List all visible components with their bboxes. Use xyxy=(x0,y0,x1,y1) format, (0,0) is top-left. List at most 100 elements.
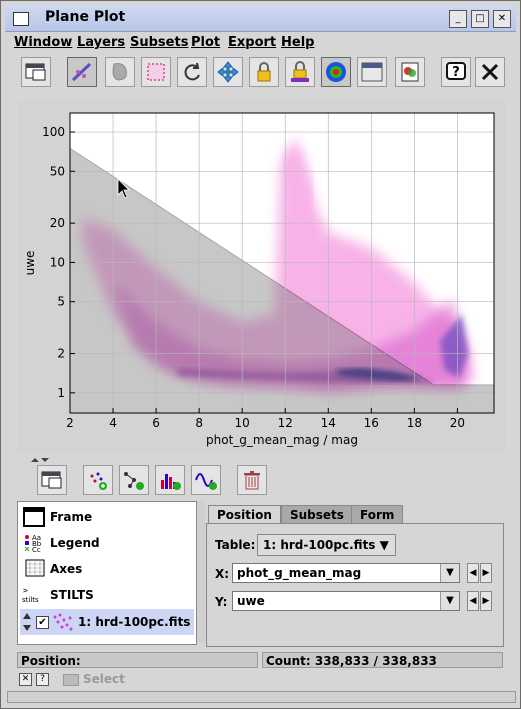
layer-label: Frame xyxy=(50,510,93,524)
chevron-down-icon[interactable]: ▼ xyxy=(440,592,459,610)
y-tick-label: 10 xyxy=(50,255,65,269)
x-value: phot_g_mean_mag xyxy=(237,566,362,580)
density-icon[interactable] xyxy=(321,57,351,87)
y-tick-label: 5 xyxy=(57,295,65,309)
x-tick-label: 4 xyxy=(109,416,117,430)
y-coordinate-field[interactable]: uwe ▼ xyxy=(232,591,460,611)
tab-position[interactable]: Position xyxy=(208,505,281,524)
svg-text:stilts: stilts xyxy=(22,596,39,604)
menu-layers[interactable]: Layers xyxy=(77,35,125,50)
bottom-scrollbar[interactable] xyxy=(7,691,516,703)
y-tick-label: 2 xyxy=(57,347,65,361)
layer-label: STILTS xyxy=(50,588,94,602)
title-bar: Plane Plot _ □ ✕ xyxy=(5,5,516,32)
table-selector[interactable]: 1: hrd-100pc.fits ▼ xyxy=(257,534,396,556)
y-tick-label: 20 xyxy=(50,216,65,230)
layer-toolbar xyxy=(5,461,516,501)
svg-text:>: > xyxy=(23,586,28,595)
lock-axes-icon[interactable] xyxy=(249,57,279,87)
y-tick-label: 100 xyxy=(42,125,65,139)
position-panel: Table: 1: hrd-100pc.fits ▼ X: phot_g_mea… xyxy=(206,523,504,647)
window-menu-icon[interactable] xyxy=(13,12,29,26)
window-icon[interactable] xyxy=(37,465,67,495)
x-tick-label: 14 xyxy=(321,416,336,430)
cancel-icon[interactable]: ✕ xyxy=(19,673,32,686)
help-icon[interactable]: ? xyxy=(441,57,471,87)
position-status: Position: xyxy=(17,652,258,668)
table-label: Table: xyxy=(215,538,256,552)
y-value: uwe xyxy=(237,594,265,608)
y-column-stepper[interactable]: ◀ ▶ xyxy=(467,591,493,611)
window-icon[interactable] xyxy=(21,57,51,87)
menu-export[interactable]: Export xyxy=(228,35,276,50)
add-position-layer-icon[interactable] xyxy=(83,465,113,495)
layer-item-hrd[interactable]: ✔ 1: hrd-100pc.fits xyxy=(20,609,194,635)
delete-layer-icon[interactable] xyxy=(237,465,267,495)
layer-list-scrollbar[interactable] xyxy=(197,501,205,643)
window-title: Plane Plot xyxy=(45,9,126,25)
scatter-layer-icon xyxy=(53,613,73,631)
layer-item-stilts[interactable]: > stilts STILTS xyxy=(20,582,194,608)
x-tick-label: 8 xyxy=(195,416,203,430)
next-icon[interactable]: ▶ xyxy=(480,563,492,583)
previous-icon[interactable]: ◀ xyxy=(467,563,479,583)
blob-subset-icon[interactable] xyxy=(67,57,97,87)
legend-icon: AaBbCc xyxy=(24,534,42,554)
layer-label: Legend xyxy=(50,536,100,550)
stilts-icon: >stilts xyxy=(22,586,39,604)
tab-subsets[interactable]: Subsets xyxy=(281,505,353,524)
export-image-icon[interactable] xyxy=(395,57,425,87)
layer-list: Frame Aa Bb Cc Legend Axes > stilts STILTS … xyxy=(17,501,197,645)
y-axis-label: uwe xyxy=(23,251,37,276)
drag-handle-icon[interactable] xyxy=(22,612,32,632)
add-pair-layer-icon[interactable] xyxy=(119,465,149,495)
layer-visible-checkbox[interactable]: ✔ xyxy=(36,616,49,629)
menu-window[interactable]: Window xyxy=(14,35,72,50)
maximize-icon[interactable]: □ xyxy=(471,10,489,28)
replot-icon[interactable] xyxy=(177,57,207,87)
x-label: X: xyxy=(215,567,230,581)
x-tick-label: 2 xyxy=(66,416,74,430)
lock-aux-icon[interactable] xyxy=(285,57,315,87)
minimize-icon[interactable]: _ xyxy=(449,10,467,28)
blob-region-icon[interactable] xyxy=(105,57,135,87)
layer-label: 1: hrd-100pc.fits xyxy=(78,615,191,629)
menu-bar: Window Layers Subsets Plot Export Help xyxy=(5,33,516,53)
split-divider[interactable] xyxy=(1,453,520,462)
sketch-icon[interactable] xyxy=(357,57,387,87)
close-window-icon[interactable]: ✕ xyxy=(493,10,511,28)
x-tick-label: 18 xyxy=(407,416,422,430)
x-tick-label: 6 xyxy=(152,416,160,430)
y-label: Y: xyxy=(215,595,228,609)
x-tick-label: 12 xyxy=(278,416,293,430)
layer-item-legend[interactable]: Aa Bb Cc Legend xyxy=(20,530,194,556)
close-icon[interactable] xyxy=(475,57,505,87)
x-column-stepper[interactable]: ◀ ▶ xyxy=(467,563,493,583)
previous-icon[interactable]: ◀ xyxy=(467,591,479,611)
zoom-box-icon[interactable] xyxy=(141,57,171,87)
axes-icon xyxy=(25,559,45,577)
scatter-plot[interactable]: 2 4 6 8 10 12 14 16 18 20125102050100phot_g_mean_… xyxy=(18,101,506,453)
y-tick-label: 50 xyxy=(50,164,65,178)
plot-panel[interactable]: 2 4 6 8 10 12 14 16 18 20 1 2 5 10 20 50 100 phot_g_mean_… xyxy=(18,101,506,453)
layer-item-axes[interactable]: Axes xyxy=(20,556,194,582)
navigate-icon[interactable] xyxy=(213,57,243,87)
menu-help[interactable]: Help xyxy=(281,35,314,50)
next-icon[interactable]: ▶ xyxy=(480,591,492,611)
menu-subsets[interactable]: Subsets xyxy=(130,35,188,50)
select-button[interactable]: Select xyxy=(83,672,125,686)
menu-plot[interactable]: Plot xyxy=(191,35,220,50)
tab-form[interactable]: Form xyxy=(351,505,404,524)
x-coordinate-field[interactable]: phot_g_mean_mag ▼ xyxy=(232,563,460,583)
svg-text:Cc: Cc xyxy=(32,546,41,554)
x-tick-label: 10 xyxy=(235,416,250,430)
chevron-down-icon[interactable]: ▼ xyxy=(440,564,459,582)
layer-item-frame[interactable]: Frame xyxy=(20,504,194,530)
add-function-layer-icon[interactable] xyxy=(191,465,221,495)
select-icon xyxy=(63,674,79,686)
help-small-icon[interactable]: ? xyxy=(36,673,49,686)
add-histogram-layer-icon[interactable] xyxy=(155,465,185,495)
plane-plot-window: Plane Plot _ □ ✕ Window Layers Subsets P… xyxy=(0,0,521,709)
svg-text:?: ? xyxy=(452,65,460,80)
frame-icon xyxy=(23,507,45,527)
